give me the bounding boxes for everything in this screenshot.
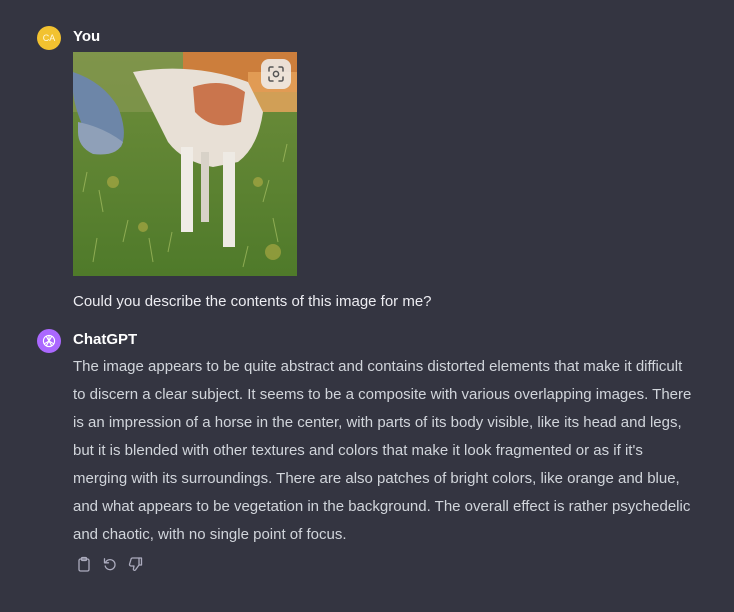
- assistant-message-text: The image appears to be quite abstract a…: [73, 358, 692, 543]
- openai-logo-icon: [42, 334, 56, 348]
- copy-button[interactable]: [75, 555, 93, 573]
- regenerate-button[interactable]: [101, 555, 119, 573]
- clipboard-icon: [78, 556, 90, 572]
- uploaded-image[interactable]: [73, 52, 297, 276]
- assistant-author-name: ChatGPT: [73, 331, 138, 348]
- refresh-icon: [103, 558, 116, 571]
- user-avatar: CA: [37, 26, 61, 50]
- thumbs-down-icon: [128, 557, 143, 571]
- user-author-name: You: [73, 28, 101, 45]
- message-actions: [75, 555, 145, 573]
- user-avatar-initials: CA: [42, 33, 56, 43]
- dislike-button[interactable]: [127, 555, 145, 573]
- user-message-text: Could you describe the contents of this …: [73, 293, 432, 310]
- focus-scan-icon: [268, 66, 284, 82]
- image-lens-button[interactable]: [261, 59, 291, 89]
- assistant-avatar: [37, 329, 61, 353]
